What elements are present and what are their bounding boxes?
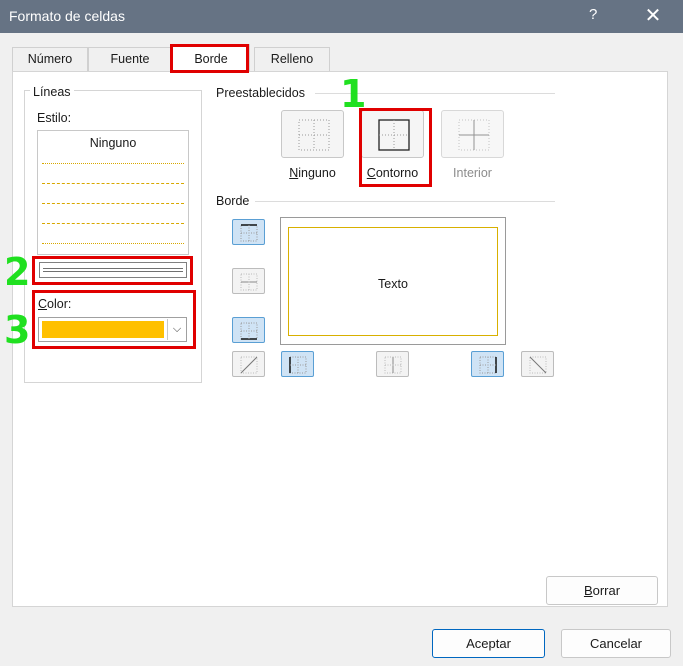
border-divider: [255, 201, 555, 202]
highlight-tab-borde: [170, 44, 249, 73]
highlight-preset-outline: [359, 108, 432, 187]
line-style-none[interactable]: Ninguno: [38, 136, 188, 150]
border-right-icon: [479, 356, 497, 374]
border-left-icon: [289, 356, 307, 374]
highlight-line-style: [32, 256, 193, 285]
diagonal-up-icon: [240, 356, 258, 374]
line-style-dash-dot[interactable]: [42, 203, 184, 204]
line-style-dash-dot-dot[interactable]: [42, 183, 184, 184]
highlight-color: [32, 290, 196, 349]
line-style-list[interactable]: Ninguno: [37, 130, 189, 255]
annotation-two: 2: [4, 250, 31, 294]
border-bottom-icon: [240, 322, 258, 340]
border-top-button[interactable]: [232, 219, 265, 245]
border-left-button[interactable]: [281, 351, 314, 377]
tab-numero-label: Número: [27, 52, 73, 66]
border-label: Borde: [216, 194, 250, 208]
style-label: Estilo:: [37, 111, 72, 125]
tab-fuente[interactable]: Fuente: [88, 47, 172, 71]
format-cells-dialog: Formato de celdas ? ✕ Número Fuente Bord…: [0, 0, 683, 666]
preset-inside-icon: [458, 119, 490, 151]
dialog-title: Formato de celdas: [9, 8, 125, 24]
preset-none-button[interactable]: [281, 110, 344, 158]
tab-relleno[interactable]: Relleno: [254, 47, 330, 71]
lines-group-label: Líneas: [30, 85, 74, 99]
accept-button[interactable]: Aceptar: [432, 629, 545, 658]
clear-button[interactable]: Borrar: [546, 576, 658, 605]
title-bar: Formato de celdas ? ✕: [0, 0, 683, 33]
preset-inside-button[interactable]: [441, 110, 504, 158]
diagonal-down-icon: [529, 356, 547, 374]
preset-inside-label: Interior: [453, 166, 492, 180]
border-inside-horizontal-button[interactable]: [232, 268, 265, 294]
border-inside-horizontal-icon: [240, 273, 258, 291]
tab-numero[interactable]: Número: [12, 47, 88, 71]
line-style-hair[interactable]: [42, 243, 184, 244]
close-button[interactable]: ✕: [643, 3, 663, 28]
preview-text: Texto: [378, 277, 408, 291]
help-button[interactable]: ?: [589, 6, 597, 23]
border-diagonal-down-button[interactable]: [521, 351, 554, 377]
presets-label: Preestablecidos: [216, 86, 305, 100]
border-diagonal-up-button[interactable]: [232, 351, 265, 377]
preset-none-icon: [298, 119, 330, 151]
border-right-button[interactable]: [471, 351, 504, 377]
border-top-icon: [240, 224, 258, 242]
tab-relleno-label: Relleno: [270, 52, 314, 66]
preset-none-label: Ninguno: [289, 166, 336, 180]
border-bottom-button[interactable]: [232, 317, 265, 343]
line-style-dashed[interactable]: [42, 223, 184, 224]
line-style-dotted[interactable]: [42, 163, 184, 164]
border-inside-vertical-icon: [384, 356, 402, 374]
tab-fuente-label: Fuente: [110, 52, 150, 66]
border-preview[interactable]: Texto: [280, 217, 506, 345]
cancel-button[interactable]: Cancelar: [561, 629, 671, 658]
border-inside-vertical-button[interactable]: [376, 351, 409, 377]
annotation-three: 3: [4, 308, 31, 352]
annotation-one: 1: [340, 72, 367, 116]
